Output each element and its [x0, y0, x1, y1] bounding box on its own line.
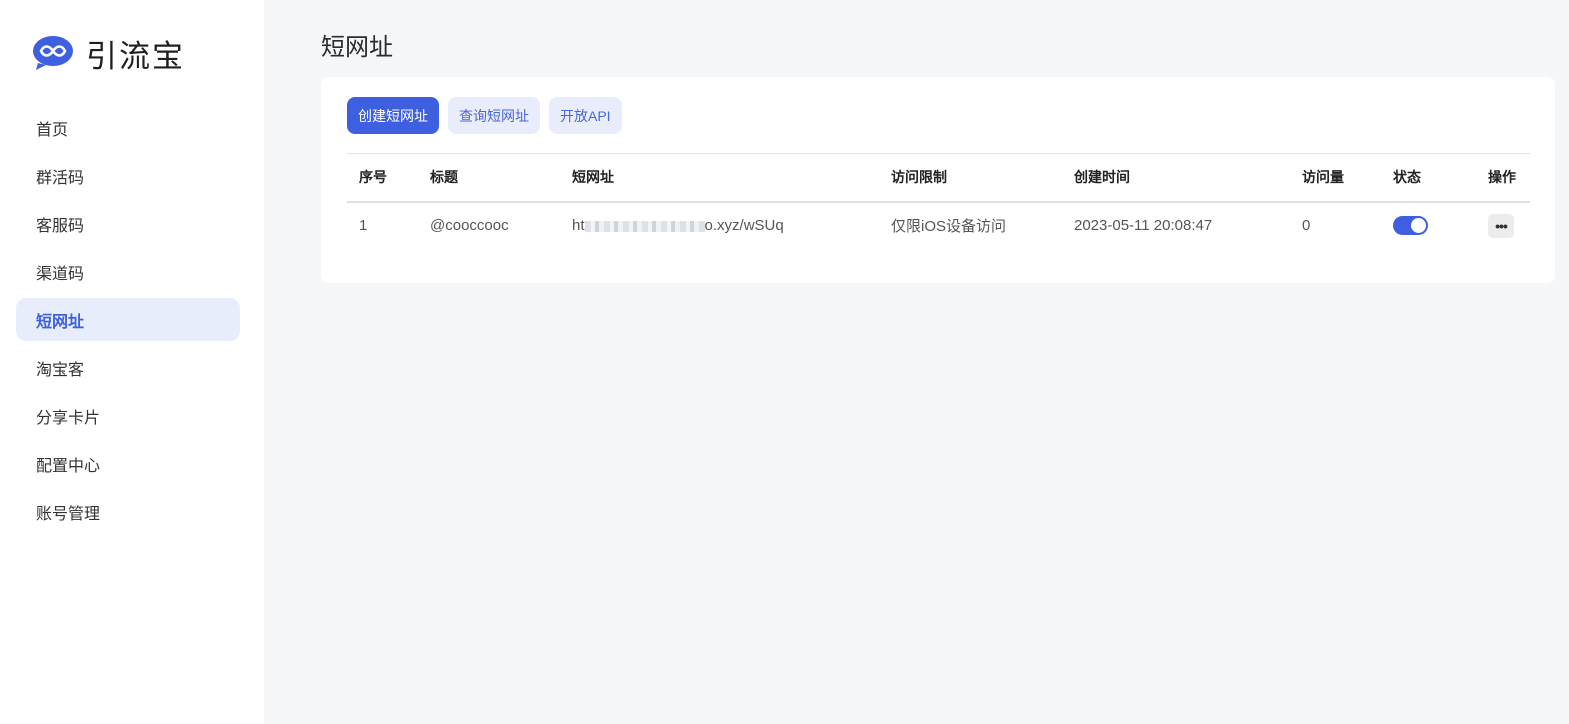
sidebar-item-share-card[interactable]: 分享卡片 [16, 394, 240, 437]
cell-short-url[interactable]: ht o.xyz/wSUq [560, 202, 879, 249]
sidebar-item-account[interactable]: 账号管理 [16, 490, 240, 533]
header-short-url: 短网址 [560, 153, 879, 203]
header-title: 标题 [418, 153, 560, 203]
short-url-prefix: ht [572, 217, 585, 234]
app-root: 引流宝 首页 群活码 客服码 渠道码 短网址 淘宝客 分享卡片 配置中心 账号管… [0, 0, 1569, 724]
sidebar-item-short-url[interactable]: 短网址 [16, 298, 240, 341]
more-dots-icon[interactable]: ••• [1488, 213, 1514, 238]
header-visits: 访问量 [1290, 153, 1381, 203]
toggle-knob [1411, 218, 1426, 233]
main-content: 短网址 创建短网址 查询短网址 开放API 序号 标题 短网址 访问限制 创建时… [264, 0, 1569, 724]
table-row: 1 @cooccooc ht o.xyz/wSUq 仅限iOS设备访问 2023-… [347, 202, 1530, 249]
sidebar-item-channel-code[interactable]: 渠道码 [16, 250, 240, 293]
sidebar-item-service-code[interactable]: 客服码 [16, 202, 240, 245]
brand[interactable]: 引流宝 [16, 0, 240, 106]
short-url-table: 序号 标题 短网址 访问限制 创建时间 访问量 状态 操作 1 @cooccoo… [347, 153, 1530, 249]
brand-name: 引流宝 [86, 38, 185, 74]
sidebar-item-taobaoke[interactable]: 淘宝客 [16, 346, 240, 389]
cell-actions: ••• [1476, 202, 1530, 249]
cell-visits: 0 [1302, 217, 1311, 234]
header-status: 状态 [1381, 153, 1476, 203]
short-url-suffix: o.xyz/wSUq [704, 217, 784, 234]
query-short-url-button[interactable]: 查询短网址 [448, 97, 540, 134]
header-created-time: 创建时间 [1062, 153, 1290, 203]
cell-seq: 1 [359, 217, 368, 234]
status-toggle[interactable] [1393, 216, 1428, 235]
header-seq: 序号 [347, 153, 418, 203]
sidebar-item-group-code[interactable]: 群活码 [16, 154, 240, 197]
cell-status [1381, 202, 1476, 249]
create-short-url-button[interactable]: 创建短网址 [347, 97, 439, 134]
short-url-card: 创建短网址 查询短网址 开放API 序号 标题 短网址 访问限制 创建时间 访问… [321, 77, 1555, 283]
header-access-limit: 访问限制 [879, 153, 1062, 203]
sidebar-item-config-center[interactable]: 配置中心 [16, 442, 240, 485]
sidebar-item-home[interactable]: 首页 [16, 106, 240, 149]
cell-access-limit: 仅限iOS设备访问 [891, 218, 1007, 235]
sidebar-nav: 首页 群活码 客服码 渠道码 短网址 淘宝客 分享卡片 配置中心 账号管理 [16, 106, 240, 533]
chat-bubble-infinity-icon [33, 36, 73, 70]
header-actions: 操作 [1476, 153, 1530, 203]
toolbar: 创建短网址 查询短网址 开放API [347, 97, 1530, 134]
open-api-button[interactable]: 开放API [549, 97, 622, 134]
redacted-url-segment [584, 220, 705, 232]
cell-title: @cooccooc [430, 217, 509, 234]
table-header-row: 序号 标题 短网址 访问限制 创建时间 访问量 状态 操作 [347, 153, 1530, 203]
cell-created-time: 2023-05-11 20:08:47 [1074, 217, 1213, 234]
page-title: 短网址 [321, 34, 393, 61]
sidebar: 引流宝 首页 群活码 客服码 渠道码 短网址 淘宝客 分享卡片 配置中心 账号管… [0, 0, 264, 724]
